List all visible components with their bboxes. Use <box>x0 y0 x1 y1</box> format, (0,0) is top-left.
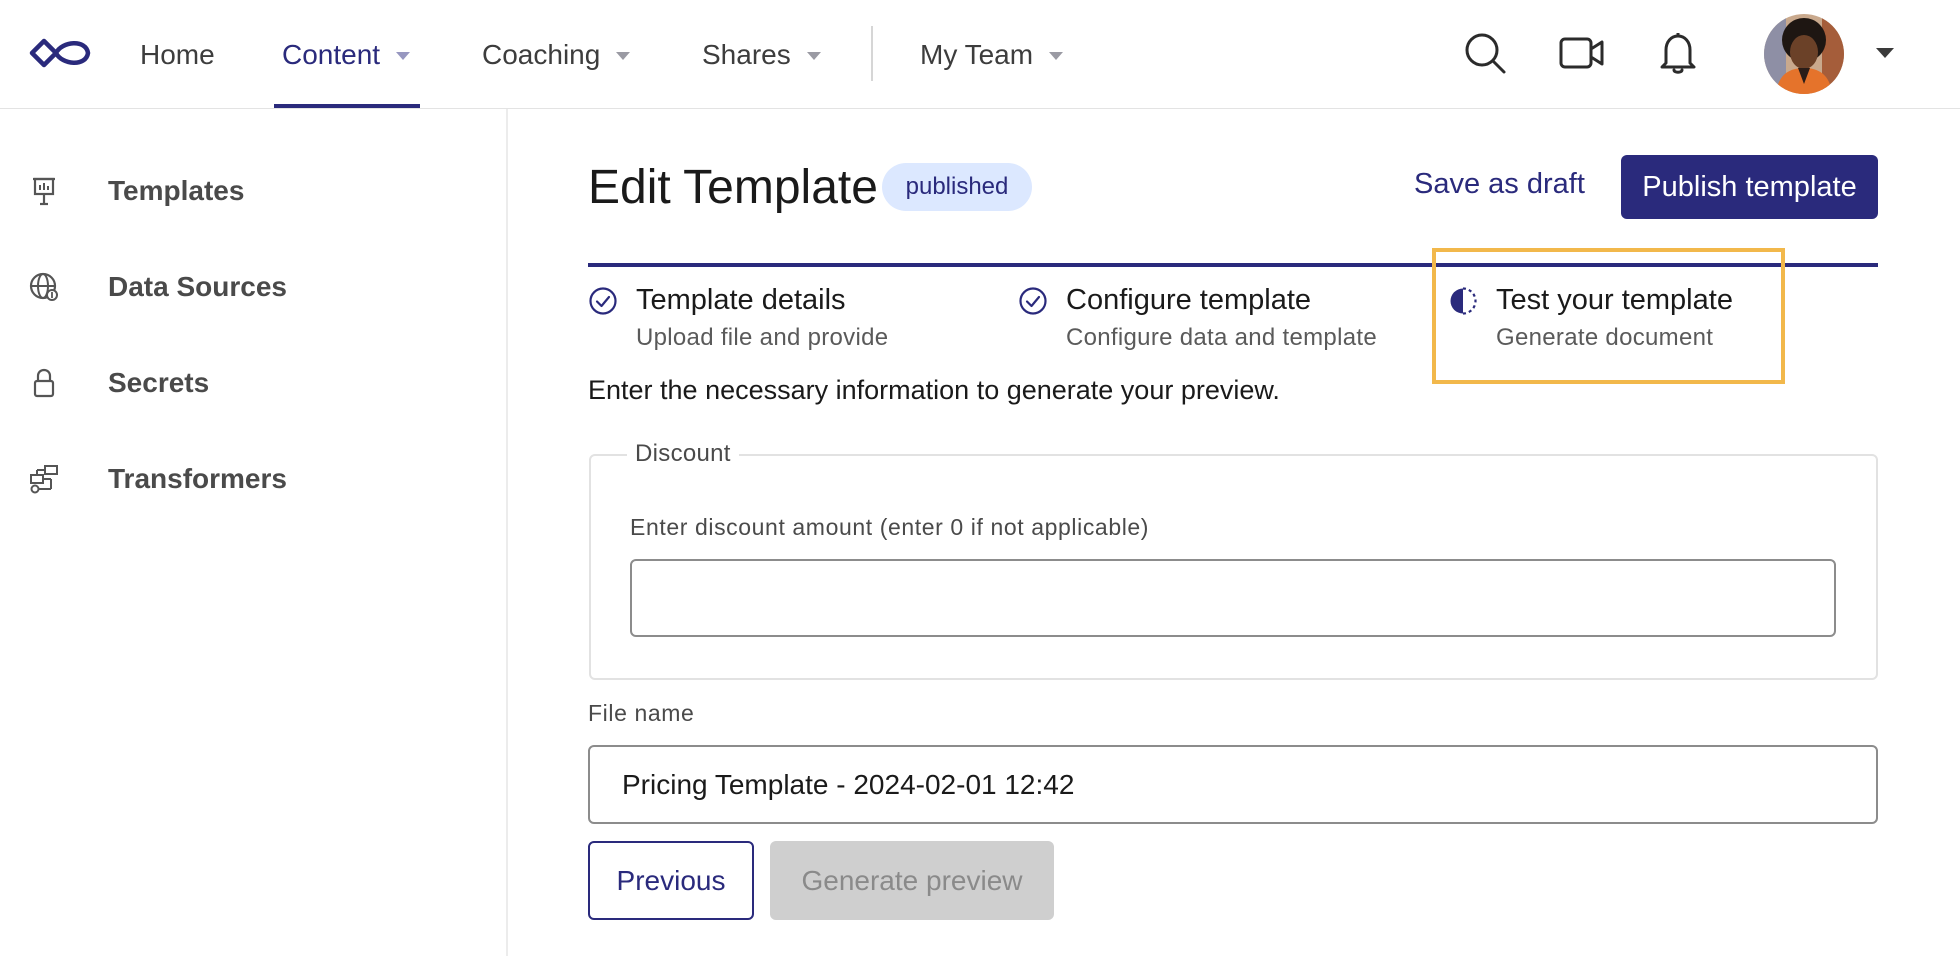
previous-button[interactable]: Previous <box>588 841 754 920</box>
avatar[interactable] <box>1764 14 1844 94</box>
file-name-input[interactable] <box>588 745 1878 824</box>
nav-content[interactable]: Content <box>282 0 411 109</box>
page-title: Edit Template <box>588 161 878 214</box>
sidebar-item-templates[interactable]: Templates <box>0 161 508 221</box>
nav-my-team-label: My Team <box>920 38 1034 70</box>
search-icon[interactable] <box>1460 28 1510 78</box>
discount-legend: Discount <box>627 440 739 468</box>
chevron-down-icon <box>806 51 821 60</box>
lock-icon <box>28 367 60 399</box>
nav-my-team[interactable]: My Team <box>920 0 1064 109</box>
sidebar-item-data-sources[interactable]: Data Sources <box>0 257 508 317</box>
sidebar-item-secrets[interactable]: Secrets <box>0 353 508 413</box>
file-name-label: File name <box>588 700 695 726</box>
bell-icon[interactable] <box>1653 28 1703 78</box>
half-circle-icon <box>1450 287 1477 315</box>
step-title: Configure template <box>1066 284 1312 316</box>
globe-icon <box>28 271 60 303</box>
discount-label: Enter discount amount (enter 0 if not ap… <box>630 514 1150 540</box>
sidebar-item-transformers[interactable]: Transformers <box>0 449 508 509</box>
nav-divider <box>871 26 873 81</box>
flow-icon <box>28 463 60 495</box>
stepper-progress-line <box>588 263 1878 267</box>
step-subtitle: Configure data and template <box>1066 324 1377 351</box>
chevron-down-icon[interactable] <box>1876 48 1894 58</box>
infinity-logo-icon[interactable] <box>28 30 94 76</box>
nav-home[interactable]: Home <box>140 0 215 109</box>
sidebar-item-label: Templates <box>108 175 245 206</box>
step-subtitle: Upload file and provide <box>636 324 889 351</box>
nav-content-label: Content <box>282 38 381 70</box>
save-as-draft-button[interactable]: Save as draft <box>1414 168 1585 201</box>
status-badge: published <box>882 163 1032 211</box>
presentation-board-icon <box>28 175 60 207</box>
top-navigation: Home Content Coaching Shares My Team <box>0 0 1960 109</box>
check-circle-icon <box>1019 287 1047 315</box>
nav-active-indicator <box>274 104 420 108</box>
step-title: Template details <box>636 284 846 316</box>
generate-preview-button[interactable]: Generate preview <box>770 841 1054 920</box>
nav-shares[interactable]: Shares <box>702 0 821 109</box>
video-camera-icon[interactable] <box>1557 28 1607 78</box>
chevron-down-icon <box>616 51 631 60</box>
discount-input[interactable] <box>630 559 1836 637</box>
chevron-down-icon <box>396 51 411 60</box>
nav-home-label: Home <box>140 38 215 70</box>
sidebar: Templates Data Sources Secrets Transform… <box>0 109 508 956</box>
check-circle-icon <box>589 287 617 315</box>
nav-shares-label: Shares <box>702 38 791 70</box>
chevron-down-icon <box>1049 51 1064 60</box>
sidebar-item-label: Secrets <box>108 367 210 398</box>
nav-coaching-label: Coaching <box>482 38 601 70</box>
instructions-text: Enter the necessary information to gener… <box>588 375 1280 405</box>
nav-coaching[interactable]: Coaching <box>482 0 631 109</box>
publish-template-button[interactable]: Publish template <box>1621 155 1878 219</box>
sidebar-item-label: Transformers <box>108 463 287 494</box>
step-subtitle: Generate document <box>1496 324 1714 351</box>
sidebar-item-label: Data Sources <box>108 271 287 302</box>
step-title: Test your template <box>1496 284 1733 316</box>
